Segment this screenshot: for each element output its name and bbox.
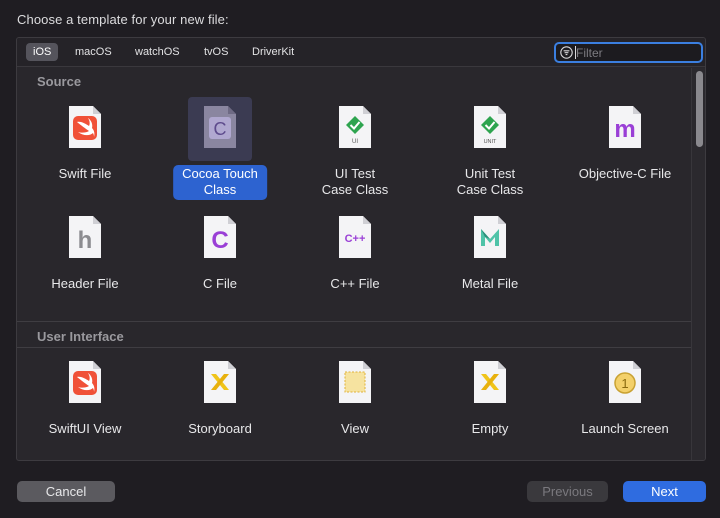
template-label: Swift File [58,166,112,181]
filter-input[interactable] [576,44,696,61]
template-label: C File [203,276,237,291]
metal-file-icon [458,207,522,271]
template-empty[interactable]: Empty [422,352,558,460]
empty-icon [458,352,522,416]
template-label: Objective-C File [578,166,672,181]
template-storyboard[interactable]: Storyboard [152,352,288,460]
platform-tab-bar: iOS macOS watchOS tvOS DriverKit [17,38,705,67]
svg-text:C: C [211,227,228,254]
template-swift-file[interactable]: Swift File [17,97,153,207]
template-browser: iOS macOS watchOS tvOS DriverKit Source [16,37,706,461]
template-label: C++ File [330,276,380,291]
tab-driverkit[interactable]: DriverKit [245,43,301,61]
filter-icon [560,46,573,59]
svg-text:m: m [614,116,635,143]
unit-test-case-icon: UNIT [458,97,522,161]
template-label: SwiftUI View [48,421,122,436]
tab-tvos[interactable]: tvOS [197,43,235,61]
template-label: Unit Test Case Class [456,166,524,197]
template-label: Cocoa Touch Class [173,165,267,200]
template-label: Empty [471,421,509,436]
vertical-scrollbar[interactable] [691,68,705,460]
template-cpp-file[interactable]: C++ C++ File [287,207,423,317]
header-file-icon: h [53,207,117,271]
template-label: Launch Screen [581,421,669,436]
tab-watchos[interactable]: watchOS [128,43,187,61]
storyboard-icon [188,352,252,416]
svg-text:C++: C++ [345,233,366,245]
template-label: View [341,421,369,436]
svg-text:UI: UI [352,139,358,145]
template-swiftui-view[interactable]: SwiftUI View [17,352,153,460]
tab-ios[interactable]: iOS [26,43,59,61]
dialog-title: Choose a template for your new file: [17,12,229,27]
filter-field[interactable] [554,42,703,63]
template-header-file[interactable]: h Header File [17,207,153,317]
section-header-user-interface: User Interface [37,329,124,344]
c-file-icon: C [188,207,252,271]
objective-c-file-icon: m [593,97,657,161]
cocoa-touch-class-icon: C [188,97,252,161]
swift-file-icon [53,97,117,161]
template-label: Header File [51,276,119,291]
scrollbar-thumb[interactable] [696,71,703,147]
tab-macos[interactable]: macOS [68,43,119,61]
svg-text:C: C [214,119,227,139]
svg-text:UNIT: UNIT [484,139,497,145]
launch-screen-icon: 1 [593,352,657,416]
section-divider [17,321,691,322]
section-header-source: Source [37,74,82,89]
svg-text:h: h [78,227,93,254]
template-label: UI Test Case Class [321,166,389,197]
template-c-file[interactable]: C C File [152,207,288,317]
template-launch-screen[interactable]: 1 Launch Screen [557,352,693,460]
swiftui-view-icon [53,352,117,416]
template-unit-test-case-class[interactable]: UNIT Unit Test Case Class [422,97,558,207]
template-label: Storyboard [188,421,252,436]
template-view[interactable]: View [287,352,423,460]
cancel-button[interactable]: Cancel [17,481,115,502]
previous-button[interactable]: Previous [527,481,608,502]
ui-test-case-icon: UI [323,97,387,161]
template-cocoa-touch-class[interactable]: C Cocoa Touch Class [152,97,288,207]
template-objective-c-file[interactable]: m Objective-C File [557,97,693,207]
section-divider [17,347,691,348]
launch-screen-glyph: 1 [621,376,628,391]
cpp-file-icon: C++ [323,207,387,271]
next-button[interactable]: Next [623,481,706,502]
view-icon [323,352,387,416]
template-label: Metal File [461,276,519,291]
template-ui-test-case-class[interactable]: UI UI Test Case Class [287,97,423,207]
template-metal-file[interactable]: Metal File [422,207,558,317]
